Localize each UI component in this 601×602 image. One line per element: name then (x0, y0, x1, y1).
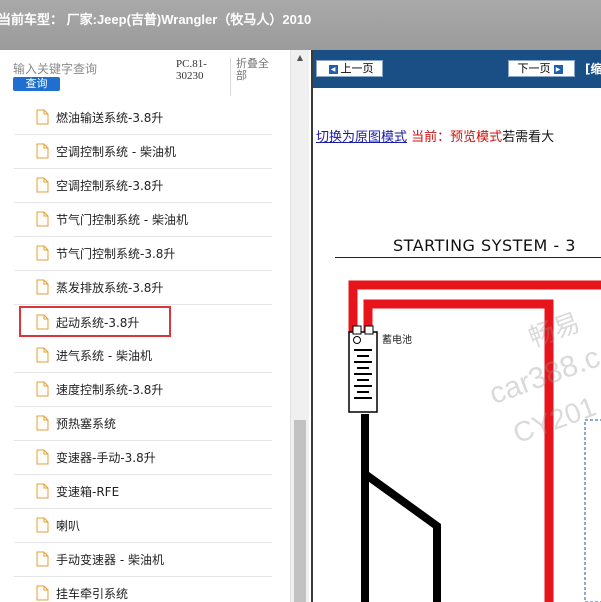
chevron-up-icon[interactable]: ▲ (291, 50, 309, 66)
current-mode-label: 当前：预览模式 (411, 130, 503, 145)
diagram-title-underline (335, 257, 601, 258)
nav-bar: ◀ 上一页 下一页 ▶ [缩 (313, 50, 601, 88)
tree-item-label: 进气系统 - 柴油机 (56, 349, 152, 363)
file-icon (36, 381, 49, 397)
prev-page-button[interactable]: ◀ 上一页 (316, 60, 383, 77)
file-icon (36, 143, 49, 159)
tree-item-label: 蒸发排放系统-3.8升 (56, 281, 164, 295)
tree-item[interactable]: 速度控制系统-3.8升 (14, 373, 272, 407)
tree-item-label: 挂车牵引系统 (56, 587, 129, 601)
search-area: 查询 PC.81-30230 折叠全部 (0, 50, 290, 100)
next-page-button[interactable]: 下一页 ▶ (508, 60, 575, 77)
pc-code: PC.81-30230 (176, 58, 207, 82)
file-icon (36, 347, 49, 363)
diagram-title: STARTING SYSTEM - 3 (393, 236, 576, 255)
tree-item-label: 燃油输送系统-3.8升 (56, 111, 164, 125)
tree-item[interactable]: 变速箱-RFE (14, 475, 272, 509)
title-bar: 当前车型： 厂家:Jeep(吉普)Wrangler（牧马人）2010 (0, 0, 601, 50)
tree-item-label: 变速器-手动-3.8升 (56, 451, 156, 465)
battery-label: 蓄电池 (382, 335, 412, 346)
file-icon (36, 177, 49, 193)
tree-item[interactable]: 燃油输送系统-3.8升 (14, 101, 272, 135)
tree-item[interactable]: 空调控制系统-3.8升 (14, 169, 272, 203)
arrow-left-icon: ◀ (328, 64, 338, 74)
file-icon (36, 245, 49, 261)
component-box (584, 419, 601, 602)
file-icon (36, 109, 49, 125)
next-page-label: 下一页 (517, 62, 551, 75)
battery-terminal-right (364, 325, 374, 335)
tree-item-label: 变速箱-RFE (56, 485, 120, 499)
tree-item[interactable]: 预热塞系统 (14, 407, 272, 441)
file-icon (36, 585, 49, 601)
file-icon (36, 517, 49, 533)
switch-mode-link[interactable]: 切换为原图模式 (316, 130, 407, 145)
tree-item-label: 速度控制系统-3.8升 (56, 383, 164, 397)
prev-page-label: 上一页 (340, 62, 374, 75)
tree-item[interactable]: 挂车牵引系统 (14, 577, 272, 602)
search-button[interactable]: 查询 (13, 77, 60, 91)
file-icon (36, 279, 49, 295)
tree-item-label: 手动变速器 - 柴油机 (56, 553, 164, 567)
scroll-thumb[interactable] (294, 420, 306, 602)
file-icon (36, 314, 49, 330)
mode-line: 切换为原图模式 当前：预览模式若需看大 (316, 126, 601, 145)
left-panel: 查询 PC.81-30230 折叠全部 燃油输送系统-3.8升空调控制系统 - … (0, 50, 309, 602)
tree-item[interactable]: 节气门控制系统-3.8升 (14, 237, 272, 271)
mode-hint: 若需看大 (502, 130, 555, 145)
file-icon (36, 449, 49, 465)
tree-item-label: 节气门控制系统 - 柴油机 (56, 213, 188, 227)
battery-terminal-left (352, 325, 362, 335)
arrow-right-icon: ▶ (553, 64, 563, 74)
tree-item[interactable]: 蒸发排放系统-3.8升 (14, 271, 272, 305)
left-scrollbar[interactable]: ▲ (290, 50, 309, 602)
wire-black-right (362, 470, 441, 602)
tree-item-label: 节气门控制系统-3.8升 (56, 247, 176, 261)
tree-item-label: 空调控制系统-3.8升 (56, 179, 164, 193)
wire-red-inner (363, 299, 554, 602)
window-title: 当前车型： 厂家:Jeep(吉普)Wrangler（牧马人）2010 (0, 12, 312, 27)
battery-box (348, 331, 378, 413)
search-input[interactable] (13, 60, 163, 78)
tree-item[interactable]: 空调控制系统 - 柴油机 (14, 135, 272, 169)
divider (230, 58, 231, 96)
file-icon (36, 551, 49, 567)
tree-item[interactable]: 喇叭 (14, 509, 272, 543)
tree-item-label: 空调控制系统 - 柴油机 (56, 145, 176, 159)
tree-item[interactable]: 进气系统 - 柴油机 (14, 339, 272, 373)
tree-item[interactable]: 变速器-手动-3.8升 (14, 441, 272, 475)
tree-item[interactable]: 手动变速器 - 柴油机 (14, 543, 272, 577)
tree-item-label: 起动系统-3.8升 (56, 316, 140, 330)
tree-item-label: 喇叭 (56, 519, 81, 533)
tree-item[interactable]: 节气门控制系统 - 柴油机 (14, 203, 272, 237)
collapse-all-button[interactable]: 折叠全部 (236, 58, 278, 82)
file-icon (36, 483, 49, 499)
preview-panel: ◀ 上一页 下一页 ▶ [缩 切换为原图模式 当前：预览模式若需看大 STARTIN… (311, 50, 601, 602)
file-icon (36, 415, 49, 431)
zoom-button[interactable]: [缩 (585, 60, 601, 77)
file-icon (36, 211, 49, 227)
tree-item-selected[interactable]: 起动系统-3.8升 (19, 306, 171, 337)
tree-item-label: 预热塞系统 (56, 417, 117, 431)
